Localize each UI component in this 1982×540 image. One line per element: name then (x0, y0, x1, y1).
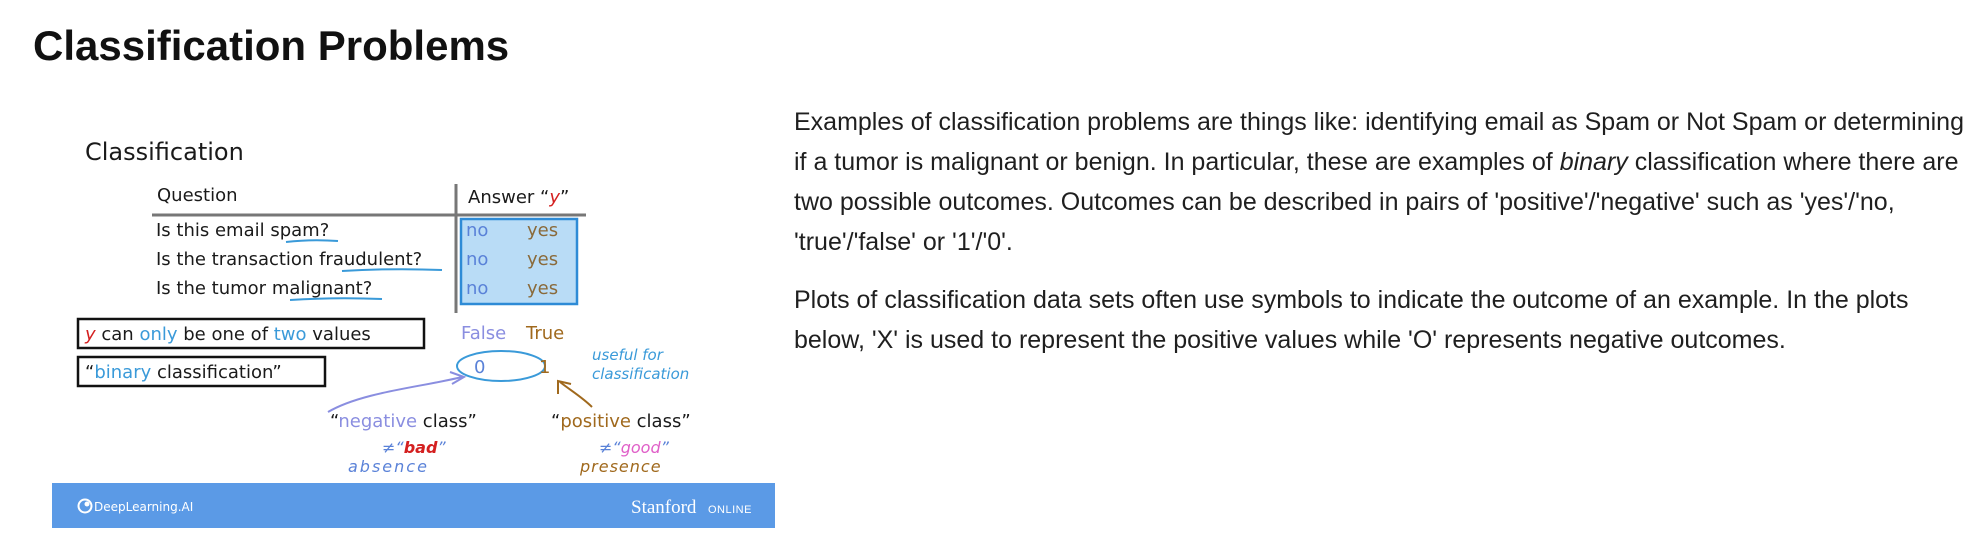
body-text: Examples of classification problems are … (794, 102, 1974, 378)
absence-note: absence (348, 457, 429, 476)
paragraph: Plots of classification data sets often … (794, 286, 1909, 354)
true-label: True (525, 323, 564, 344)
svg-text:yes: yes (527, 249, 558, 270)
negative-class-label: “negative class” (330, 411, 477, 432)
negative-arrow (327, 376, 463, 413)
svg-text:yes: yes (527, 220, 558, 241)
svg-text:yes: yes (527, 278, 558, 299)
svg-text:Is the transaction fraudulent?: Is the transaction fraudulent? (156, 249, 422, 270)
svg-text:no: no (466, 249, 488, 270)
footer-online: ONLINE (708, 504, 752, 516)
not-good-note: ≠“good” (599, 438, 670, 457)
footer-logo-text: DeepLearning.AI (94, 500, 193, 514)
useful-note: classification (592, 365, 689, 383)
footer-stanford: Stanford (631, 497, 697, 518)
not-bad-note: ≠“bad” (382, 438, 446, 457)
svg-text:no: no (466, 220, 488, 241)
paragraph: Examples of classification problems are … (794, 108, 1964, 256)
positive-class-label: “positive class” (551, 411, 691, 432)
question-header: Question (157, 185, 238, 206)
useful-note: useful for (592, 346, 664, 364)
svg-text:y can only be one of two value: y can only be one of two values (84, 324, 371, 345)
answer-header: Answer “y” (468, 187, 569, 208)
svg-text:no: no (466, 278, 488, 299)
one-value: 1 (539, 357, 550, 378)
false-label: False (461, 323, 506, 344)
svg-text:Is the tumor malignant?: Is the tumor malignant? (156, 278, 372, 299)
presence-note: presence (579, 457, 662, 476)
positive-arrow (559, 381, 593, 408)
zero-value: 0 (474, 357, 485, 378)
page-title: Classification Problems (33, 22, 510, 69)
svg-text:“binary classification”: “binary classification” (85, 362, 282, 383)
lecture-slide-image: Classification Question Answer “y” Is th… (52, 122, 775, 528)
values-ellipse (456, 350, 546, 382)
svg-text:Is this email spam?: Is this email spam? (156, 220, 329, 241)
slide-title: Classification (85, 138, 244, 166)
